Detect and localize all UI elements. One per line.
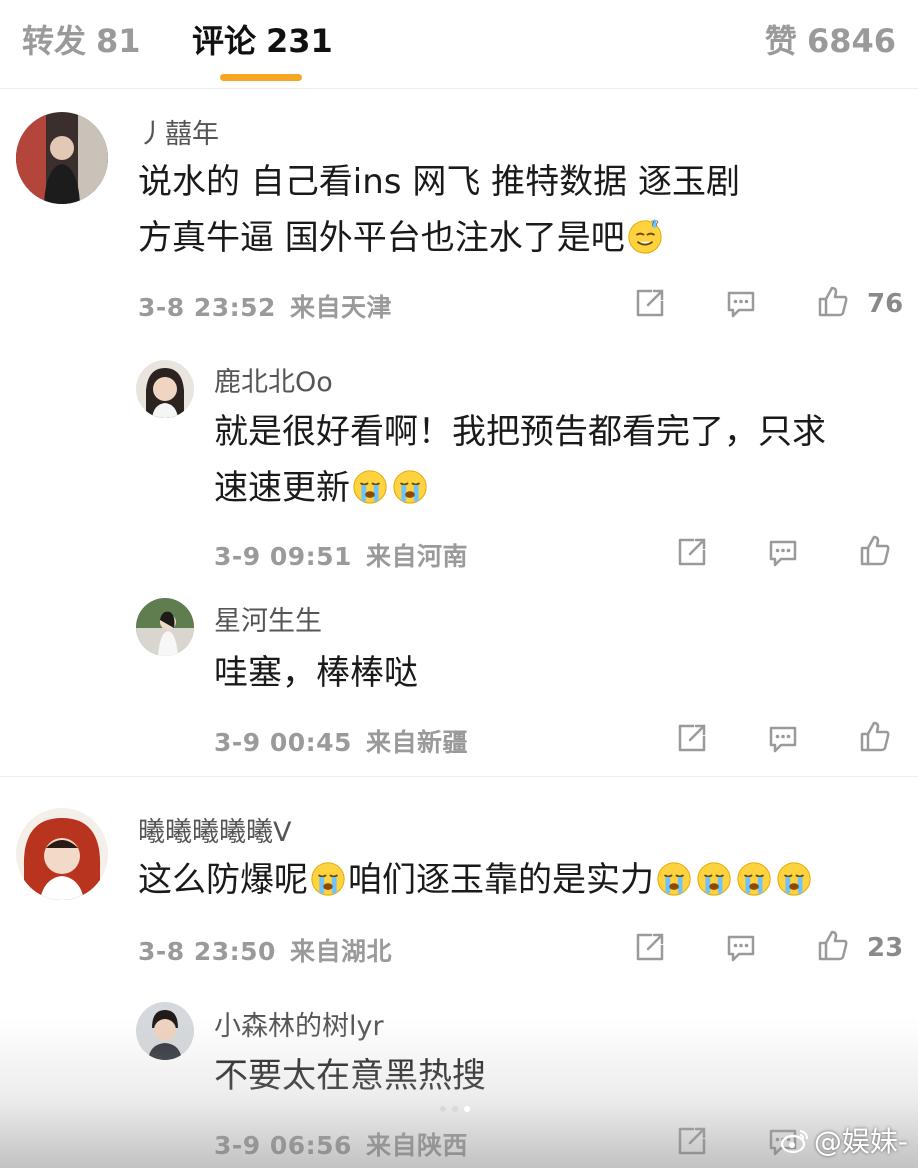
thumbs-up-icon[interactable]	[857, 533, 893, 569]
avatar[interactable]	[16, 112, 108, 204]
reply-text: 哇塞，棒棒哒	[214, 645, 418, 701]
crying-emoji	[391, 467, 429, 505]
active-tab-indicator	[220, 74, 302, 81]
sweat-smile-emoji: ??	[626, 217, 664, 255]
comment-username[interactable]: 曦曦曦曦曦V	[138, 810, 291, 849]
reply-text-line: 速速更新	[214, 460, 826, 516]
avatar[interactable]	[136, 598, 194, 656]
reply-location: 来自河南	[365, 542, 468, 571]
share-icon[interactable]	[674, 720, 710, 756]
reply-meta: 3-9 06:56 来自陕西	[214, 1126, 468, 1162]
comment-bubble-icon[interactable]	[765, 720, 801, 756]
reply-text-line: 哇塞，棒棒哒	[214, 653, 418, 693]
tab-comment-count: 231	[266, 22, 333, 60]
reply-text-line: 不要太在意黑热搜	[214, 1056, 486, 1096]
page-dot	[440, 1106, 446, 1112]
tab-repost-label: 转发	[22, 22, 87, 60]
like-count: 23	[867, 933, 904, 963]
comment-username[interactable]: 丿囍年	[138, 112, 219, 151]
comment-divider	[0, 776, 918, 777]
tab-like-label: 赞	[764, 22, 797, 60]
reply-text-line: 就是很好看啊！我把预告都看完了，只求	[214, 412, 826, 452]
comment-meta: 3-8 23:52 来自天津	[138, 288, 392, 324]
page-indicator	[440, 1097, 476, 1116]
reply-time: 3-9 06:56	[214, 1131, 352, 1160]
reply-text: 就是很好看啊！我把预告都看完了，只求 速速更新	[214, 404, 826, 516]
crying-emoji	[735, 859, 773, 897]
crying-emoji	[695, 859, 733, 897]
reply-location: 来自陕西	[365, 1131, 468, 1160]
thumbs-up-icon[interactable]	[815, 284, 851, 320]
thumbs-up-icon[interactable]	[857, 719, 893, 755]
reply-meta: 3-9 09:51 来自河南	[214, 537, 468, 573]
reply-location: 来自新疆	[365, 728, 468, 757]
watermark-text: @娱妹-	[813, 1125, 908, 1158]
crying-emoji	[309, 859, 347, 897]
comment-location: 来自天津	[289, 293, 392, 322]
reply-username[interactable]: 鹿北北Oo	[214, 360, 333, 399]
tab-repost-count: 81	[96, 22, 141, 60]
avatar[interactable]	[136, 360, 194, 418]
reply-username[interactable]: 小森林的树lyr	[214, 1004, 384, 1043]
page-dot-active	[464, 1106, 470, 1112]
comment-bubble-icon[interactable]	[765, 534, 801, 570]
thumbs-up-icon[interactable]	[815, 928, 851, 964]
reply-meta: 3-9 00:45 来自新疆	[214, 723, 468, 759]
share-icon[interactable]	[632, 285, 668, 321]
like-count: 76	[867, 289, 904, 319]
comment-bubble-icon[interactable]	[723, 285, 759, 321]
comment-meta: 3-8 23:50 来自湖北	[138, 932, 392, 968]
share-icon[interactable]	[674, 534, 710, 570]
comment-time: 3-8 23:52	[138, 293, 276, 322]
avatar[interactable]	[136, 1002, 194, 1060]
comment-text-line: 这么防爆呢 咱们逐玉靠的是实力	[138, 852, 814, 908]
crying-emoji	[775, 859, 813, 897]
comment-text-line: 说水的 自己看ins 网飞 推特数据 逐玉剧	[138, 162, 740, 202]
reply-username[interactable]: 星河生生	[214, 599, 322, 638]
comment-time: 3-8 23:50	[138, 937, 276, 966]
page-dot	[452, 1106, 458, 1112]
comment-location: 来自湖北	[289, 937, 392, 966]
avatar[interactable]	[16, 808, 108, 900]
tab-repost[interactable]: 转发 81	[22, 16, 141, 62]
reply-time: 3-9 09:51	[214, 542, 352, 571]
share-icon[interactable]	[674, 1123, 710, 1159]
crying-emoji	[655, 859, 693, 897]
tab-comment[interactable]: 评论 231	[192, 16, 333, 62]
comment-text-line: 方真牛逼 国外平台也注水了是吧??	[138, 210, 740, 266]
comment-text: 说水的 自己看ins 网飞 推特数据 逐玉剧 方真牛逼 国外平台也注水了是吧??	[138, 154, 740, 266]
comment-text: 这么防爆呢 咱们逐玉靠的是实力	[138, 852, 814, 908]
svg-text:??: ??	[651, 220, 659, 229]
tab-like[interactable]: 赞 6846	[765, 16, 896, 62]
watermark: @娱妹-	[780, 1120, 908, 1160]
tab-bar: 转发 81 评论 231 赞 6846	[0, 0, 918, 89]
crying-emoji	[351, 467, 389, 505]
tab-like-count: 6846	[806, 22, 896, 60]
comment-bubble-icon[interactable]	[723, 929, 759, 965]
tab-comment-label: 评论	[192, 22, 257, 60]
weibo-logo-icon	[780, 1128, 810, 1154]
share-icon[interactable]	[632, 929, 668, 965]
reply-time: 3-9 00:45	[214, 728, 352, 757]
reply-text: 不要太在意黑热搜	[214, 1048, 486, 1104]
